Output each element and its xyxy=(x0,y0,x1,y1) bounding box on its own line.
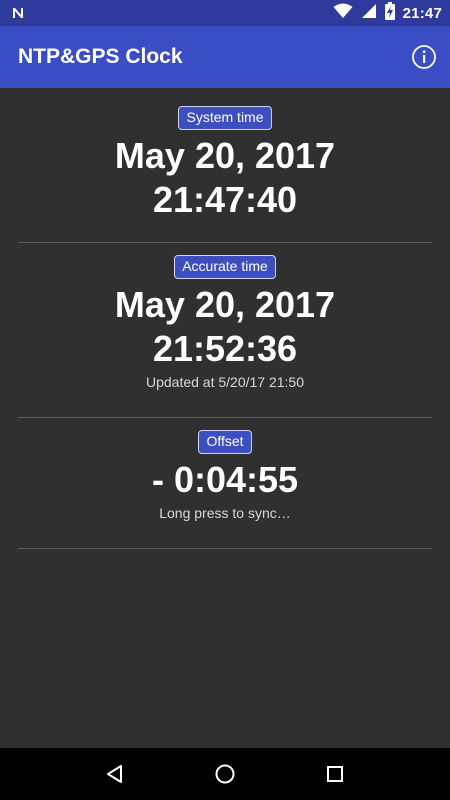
info-icon xyxy=(412,45,436,69)
recents-icon xyxy=(327,766,343,782)
home-icon xyxy=(215,764,235,784)
accurate-date: May 20, 2017 xyxy=(114,284,336,325)
offset-section[interactable]: Offset - 0:04:55 Long press to sync… xyxy=(18,418,432,549)
n-notification-icon xyxy=(10,5,26,21)
accurate-time-badge: Accurate time xyxy=(174,255,276,279)
status-time: 21:47 xyxy=(402,4,442,22)
system-time-section: System time May 20, 2017 21:47:40 xyxy=(18,88,432,243)
sync-hint-text: Long press to sync… xyxy=(159,505,291,521)
home-button[interactable] xyxy=(205,754,245,794)
app-title: NTP&GPS Clock xyxy=(18,45,183,68)
back-button[interactable] xyxy=(95,754,135,794)
offset-value: - 0:04:55 xyxy=(151,459,299,500)
status-left xyxy=(10,5,26,21)
status-right: 21:47 xyxy=(333,1,442,25)
clock-content[interactable]: System time May 20, 2017 21:47:40 Accura… xyxy=(0,88,450,748)
battery-charging-icon xyxy=(384,1,395,25)
cell-signal-icon xyxy=(361,3,377,24)
back-icon xyxy=(107,765,122,783)
recents-button[interactable] xyxy=(315,754,355,794)
wifi-icon xyxy=(333,3,353,24)
system-time-badge: System time xyxy=(178,106,272,130)
system-date: May 20, 2017 xyxy=(114,135,336,176)
accurate-time-section: Accurate time May 20, 2017 21:52:36 Upda… xyxy=(18,243,432,418)
navigation-bar xyxy=(0,748,450,800)
offset-badge: Offset xyxy=(198,430,252,454)
status-bar: 21:47 xyxy=(0,0,450,26)
info-button[interactable] xyxy=(410,43,438,71)
system-clock: 21:47:40 xyxy=(152,179,298,220)
updated-at-text: Updated at 5/20/17 21:50 xyxy=(145,374,305,390)
accurate-clock: 21:52:36 xyxy=(152,328,298,369)
app-bar: NTP&GPS Clock xyxy=(0,26,450,88)
